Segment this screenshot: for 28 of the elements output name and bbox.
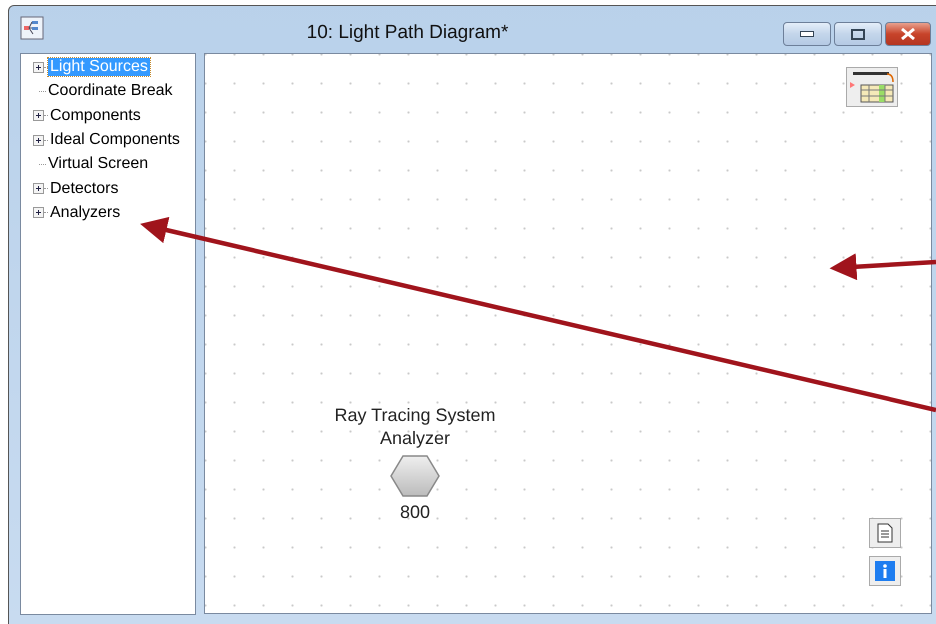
table-icon [849, 70, 895, 104]
info-icon [875, 561, 895, 581]
tree-item[interactable]: Ideal Components [48, 131, 182, 150]
close-button[interactable] [885, 22, 931, 46]
tree-item[interactable]: Detectors [48, 180, 120, 198]
minimize-button[interactable] [783, 22, 831, 46]
expand-icon[interactable] [33, 110, 44, 122]
tree-item[interactable]: Components [48, 106, 143, 125]
close-icon [900, 28, 916, 40]
tree-item[interactable]: Virtual Screen [46, 155, 150, 174]
document-icon [877, 523, 893, 543]
tree-item[interactable]: Coordinate Break [46, 82, 175, 100]
minimize-icon [800, 31, 814, 37]
maximize-button[interactable] [834, 22, 882, 46]
window-title: 10: Light Path Diagram* [306, 22, 510, 44]
info-button[interactable] [869, 556, 901, 586]
expand-icon[interactable] [33, 183, 44, 194]
node-label: Ray Tracing System Analyzer [333, 404, 497, 450]
maximize-icon [851, 28, 865, 40]
notes-button[interactable] [869, 518, 901, 548]
tree-item[interactable]: Analyzers [48, 204, 122, 222]
table-view-button[interactable] [846, 67, 898, 107]
node-number: 800 [400, 502, 430, 523]
expand-icon[interactable] [33, 207, 44, 218]
diagram-icon [20, 16, 44, 40]
expand-icon[interactable] [33, 62, 44, 73]
analyzer-node-icon[interactable] [389, 454, 441, 498]
expand-icon[interactable] [33, 134, 44, 146]
